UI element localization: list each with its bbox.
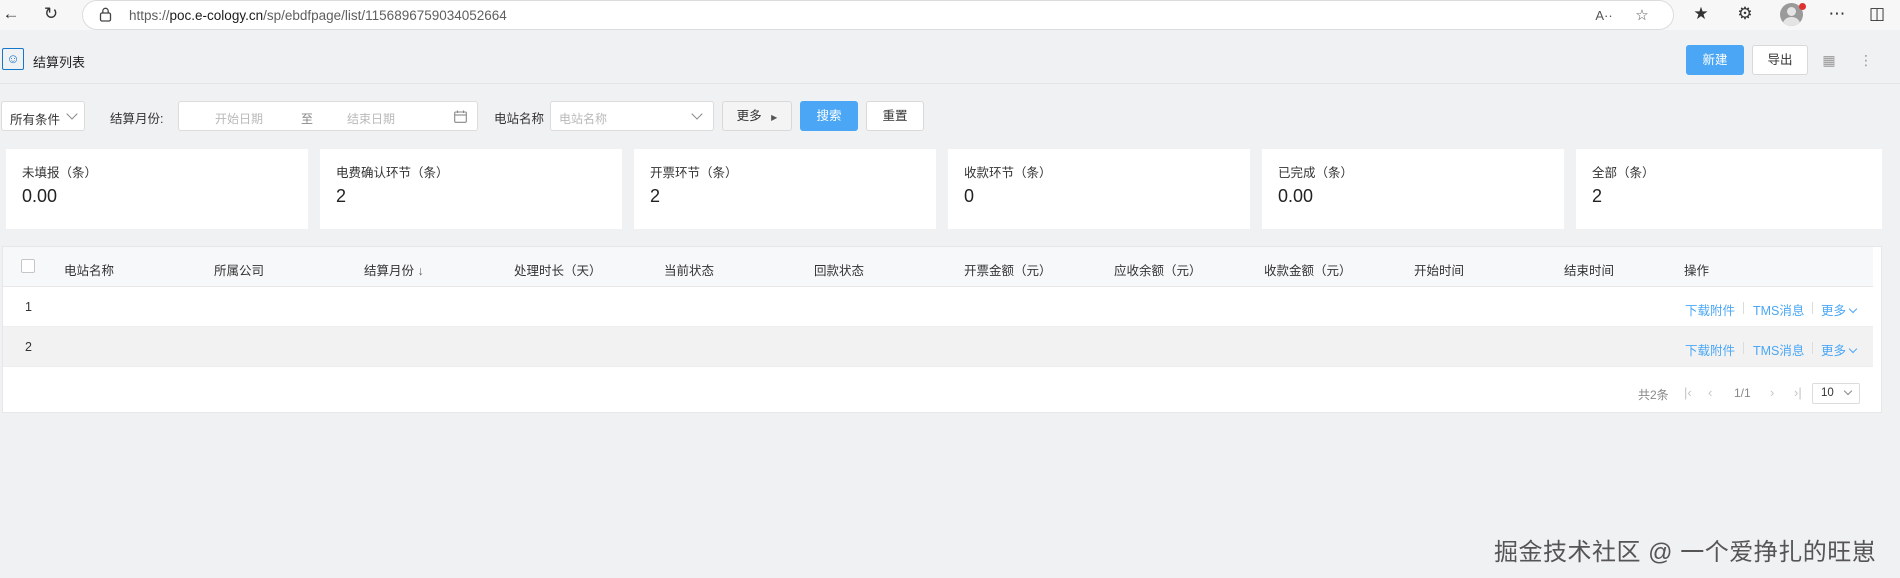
back-arrow-icon[interactable]: ←: [0, 3, 22, 25]
column-header[interactable]: 处理时长（天）: [514, 260, 602, 279]
stat-card-title: 电费确认环节（条）: [336, 166, 449, 180]
reset-button[interactable]: 重置: [866, 101, 924, 131]
vertical-more-icon[interactable]: ⋮: [1855, 49, 1877, 71]
column-header[interactable]: 应收余额（元）: [1114, 260, 1202, 279]
stat-card-collection[interactable]: 收款环节（条） 0: [948, 149, 1250, 229]
column-header[interactable]: 所属公司: [214, 260, 264, 279]
station-name-placeholder: 电站名称: [559, 112, 608, 126]
page-size-value: 10: [1821, 387, 1834, 399]
row-index: 2: [25, 340, 32, 354]
favorite-star-icon[interactable]: ☆: [1631, 5, 1653, 27]
last-page-icon[interactable]: ›|: [1794, 385, 1802, 400]
export-button[interactable]: 导出: [1752, 45, 1808, 75]
settlement-month-range[interactable]: 开始日期 至 结束日期: [178, 101, 478, 131]
stat-card-title: 未填报（条）: [22, 166, 98, 180]
download-attachment-link[interactable]: 下载附件: [1685, 340, 1735, 359]
sort-arrow-icon[interactable]: ↓: [418, 264, 424, 278]
tms-message-link[interactable]: TMS消息: [1753, 340, 1804, 359]
user-list-icon: ☺: [2, 48, 24, 70]
column-header[interactable]: 当前状态: [664, 260, 714, 279]
stat-card-value: 0: [964, 186, 975, 206]
stat-card-title: 全部（条）: [1592, 166, 1655, 180]
stat-card-title: 收款环节（条）: [964, 166, 1052, 180]
column-header[interactable]: 收款金额（元）: [1264, 260, 1352, 279]
page-title: 结算列表: [33, 55, 86, 70]
select-all-checkbox[interactable]: [21, 259, 35, 273]
calendar-icon: [454, 110, 467, 123]
stat-card-unfilled[interactable]: 未填报（条） 0.00: [6, 149, 308, 229]
action-divider: [1743, 342, 1744, 354]
prev-page-icon[interactable]: ‹: [1708, 385, 1712, 400]
stat-card-value: 2: [650, 186, 661, 206]
column-header[interactable]: 结束时间: [1564, 260, 1614, 279]
download-attachment-link[interactable]: 下载附件: [1685, 300, 1735, 319]
action-divider: [1812, 302, 1813, 314]
stat-card-completed[interactable]: 已完成（条） 0.00: [1262, 149, 1564, 229]
stat-card-title: 开票环节（条）: [650, 166, 738, 180]
settlement-month-label: 结算月份:: [110, 112, 164, 126]
end-date-input[interactable]: 结束日期: [347, 110, 395, 127]
browser-essentials-icon[interactable]: ⚙: [1734, 3, 1756, 25]
watermark-text: 掘金技术社区 @ 一个爱挣扎的旺崽: [1494, 539, 1877, 566]
next-page-icon[interactable]: ›: [1770, 385, 1774, 400]
favorites-list-icon[interactable]: ★: [1690, 3, 1712, 25]
station-name-select[interactable]: 电站名称: [550, 101, 714, 131]
layout-grid-icon[interactable]: ▦: [1818, 49, 1840, 71]
row-more-link[interactable]: 更多: [1821, 300, 1858, 319]
lock-icon: [99, 7, 112, 22]
browser-toolbar: ← ↻ https://poc.e-cology.cn/sp/ebdfpage/…: [0, 0, 1900, 30]
caret-right-icon: ▶: [771, 113, 778, 122]
column-header[interactable]: 开始时间: [1414, 260, 1464, 279]
station-name-label: 电站名称: [494, 112, 545, 126]
stat-card-invoicing[interactable]: 开票环节（条） 2: [634, 149, 936, 229]
chevron-down-icon: [66, 108, 78, 120]
tms-message-link[interactable]: TMS消息: [1753, 300, 1804, 319]
read-aloud-icon[interactable]: A··: [1593, 5, 1615, 27]
more-menu-icon[interactable]: ⋯: [1826, 3, 1848, 25]
chevron-down-icon: [1848, 304, 1858, 314]
stat-card-fee-confirm[interactable]: 电费确认环节（条） 2: [320, 149, 622, 229]
url-text: https://poc.e-cology.cn/sp/ebdfpage/list…: [129, 8, 507, 23]
sidebar-toggle-icon[interactable]: ◫: [1866, 3, 1888, 25]
column-header[interactable]: 开票金额（元）: [964, 260, 1052, 279]
stat-card-value: 2: [336, 186, 347, 206]
condition-select[interactable]: 所有条件: [1, 101, 85, 131]
reload-icon[interactable]: ↻: [40, 3, 62, 25]
table-row[interactable]: 2 下载附件 TMS消息 更多: [3, 327, 1873, 367]
action-divider: [1743, 302, 1744, 314]
start-date-input[interactable]: 开始日期: [215, 110, 263, 127]
stat-card-value: 0.00: [1278, 186, 1314, 206]
chevron-down-icon: [691, 108, 703, 120]
column-header[interactable]: 结算月份 ↓: [364, 260, 424, 279]
more-filters-button[interactable]: 更多 ▶: [722, 101, 792, 131]
row-index: 1: [25, 300, 32, 314]
notification-dot-icon: [1799, 3, 1806, 10]
search-button[interactable]: 搜索: [800, 101, 858, 131]
chevron-down-icon: [1843, 386, 1853, 396]
first-page-icon[interactable]: |‹: [1684, 385, 1692, 400]
table-header: 电站名称 所属公司 结算月份 ↓ 处理时长（天） 当前状态 回款状态 开票金额（…: [3, 247, 1873, 287]
column-header[interactable]: 电站名称: [64, 260, 114, 279]
action-divider: [1812, 342, 1813, 354]
column-header[interactable]: 回款状态: [814, 260, 864, 279]
stat-card-value: 0.00: [22, 186, 58, 206]
range-separator: 至: [301, 112, 314, 126]
table-row[interactable]: 1 下载附件 TMS消息 更多: [3, 287, 1873, 327]
row-more-link[interactable]: 更多: [1821, 340, 1858, 359]
settlement-table: 电站名称 所属公司 结算月份 ↓ 处理时长（天） 当前状态 回款状态 开票金额（…: [2, 246, 1882, 413]
chevron-down-icon: [1848, 344, 1858, 354]
column-header: 操作: [1684, 264, 1710, 278]
total-count: 共2条: [1638, 388, 1669, 402]
more-filters-label: 更多: [736, 109, 762, 123]
page-indicator: 1/1: [1734, 386, 1751, 400]
new-button[interactable]: 新建: [1686, 45, 1744, 75]
stat-card-value: 2: [1592, 186, 1603, 206]
page-header: ☺ 结算列表 新建 导出 ▦ ⋮: [0, 30, 1900, 84]
address-bar[interactable]: https://poc.e-cology.cn/sp/ebdfpage/list…: [82, 0, 1674, 30]
page-size-select[interactable]: 10: [1812, 383, 1860, 404]
stat-card-title: 已完成（条）: [1278, 166, 1354, 180]
stat-card-all[interactable]: 全部（条） 2: [1576, 149, 1882, 229]
condition-select-value: 所有条件: [10, 113, 61, 127]
